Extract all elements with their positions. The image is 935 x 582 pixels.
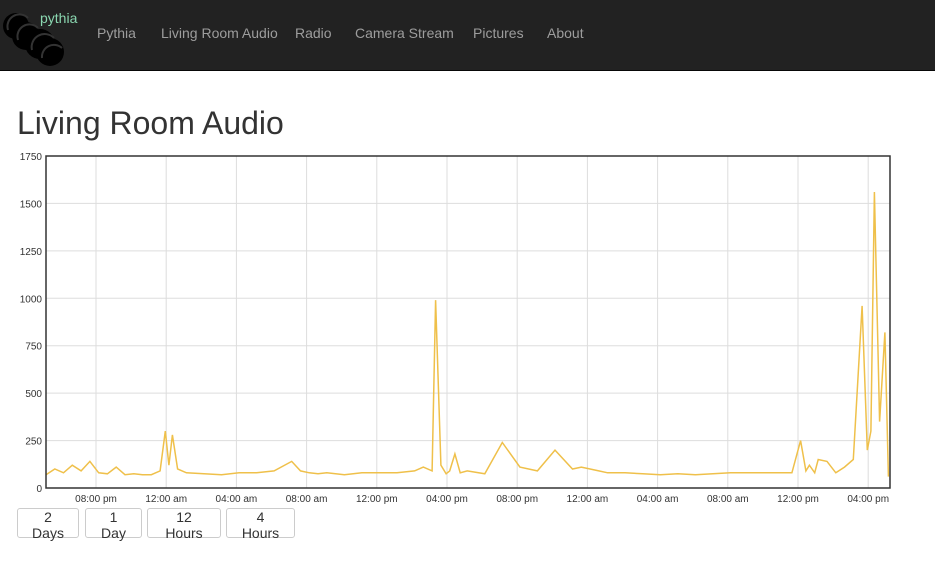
audio-level-chart: 0 250 500 750 1000 1250 1500 1750 08:00 pm 12:00… bbox=[20, 152, 891, 505]
x-tick-label: 12:00 pm bbox=[356, 494, 398, 505]
brand-name[interactable]: pythia bbox=[40, 10, 77, 26]
y-tick-label: 750 bbox=[25, 342, 42, 353]
y-tick-label: 1000 bbox=[20, 294, 43, 305]
x-tick-label: 08:00 am bbox=[707, 494, 749, 505]
nav-item-radio[interactable]: Radio bbox=[295, 25, 332, 41]
range-2-days-button[interactable]: 2 Days bbox=[17, 508, 79, 541]
nav-item-pythia[interactable]: Pythia bbox=[97, 25, 136, 41]
x-tick-label: 04:00 pm bbox=[847, 494, 889, 505]
x-tick-label: 12:00 am bbox=[145, 494, 187, 505]
y-tick-label: 250 bbox=[25, 437, 42, 448]
x-tick-label: 12:00 pm bbox=[777, 494, 819, 505]
x-tick-label: 12:00 am bbox=[567, 494, 609, 505]
y-tick-label: 500 bbox=[25, 389, 42, 400]
y-axis-ticks: 0 250 500 750 1000 1250 1500 1750 bbox=[20, 152, 43, 495]
x-tick-label: 08:00 pm bbox=[496, 494, 538, 505]
y-tick-label: 1500 bbox=[20, 199, 43, 210]
x-tick-label: 04:00 am bbox=[637, 494, 679, 505]
y-tick-label: 1250 bbox=[20, 247, 43, 258]
nav-item-pictures[interactable]: Pictures bbox=[473, 25, 524, 41]
nav-item-camera-stream[interactable]: Camera Stream bbox=[355, 25, 454, 41]
page-title: Living Room Audio bbox=[17, 105, 284, 141]
nav-item-about[interactable]: About bbox=[547, 25, 584, 41]
chart-series bbox=[45, 191, 890, 477]
range-4-hours-button[interactable]: 4 Hours bbox=[226, 508, 295, 541]
navbar: pythia Pythia Living Room Audio Radio Ca… bbox=[0, 0, 935, 71]
y-tick-label: 1750 bbox=[20, 152, 43, 163]
x-axis-ticks: 08:00 pm 12:00 am 04:00 am 08:00 am 12:00 pm… bbox=[75, 494, 889, 505]
nav-item-living-room-audio[interactable]: Living Room Audio bbox=[161, 25, 278, 41]
range-1-day-button[interactable]: 1 Day bbox=[85, 508, 142, 541]
x-tick-label: 04:00 pm bbox=[426, 494, 468, 505]
x-tick-label: 08:00 pm bbox=[75, 494, 117, 505]
series-line bbox=[45, 191, 890, 477]
x-tick-label: 08:00 am bbox=[286, 494, 328, 505]
range-12-hours-button[interactable]: 12 Hours bbox=[147, 508, 221, 541]
y-tick-label: 0 bbox=[36, 484, 42, 495]
x-tick-label: 04:00 am bbox=[216, 494, 258, 505]
